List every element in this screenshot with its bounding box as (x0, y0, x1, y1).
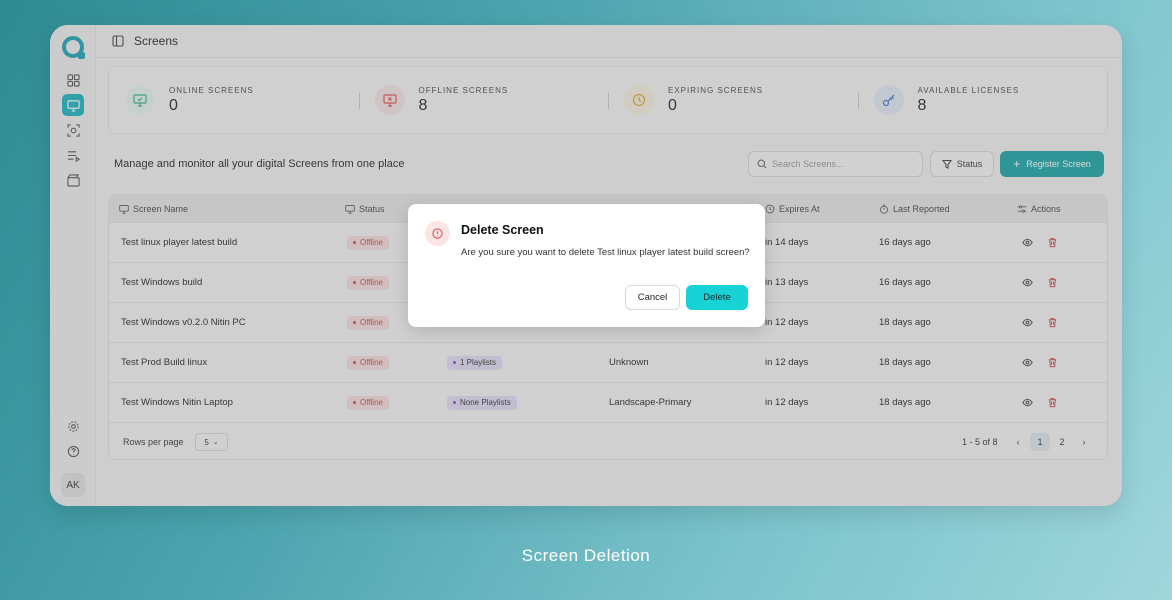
caption: Screen Deletion (521, 546, 651, 565)
dialog-message: Are you sure you want to delete Test lin… (461, 247, 750, 258)
app-window: AK Screens ONLINE SCREENS 0 OFFLINE SCREE… (50, 25, 1122, 506)
delete-button[interactable]: Delete (686, 285, 748, 310)
delete-dialog: Delete Screen Are you sure you want to d… (408, 204, 765, 327)
cancel-button[interactable]: Cancel (625, 285, 680, 310)
alert-circle-icon (425, 221, 450, 246)
dialog-title: Delete Screen (461, 223, 544, 237)
